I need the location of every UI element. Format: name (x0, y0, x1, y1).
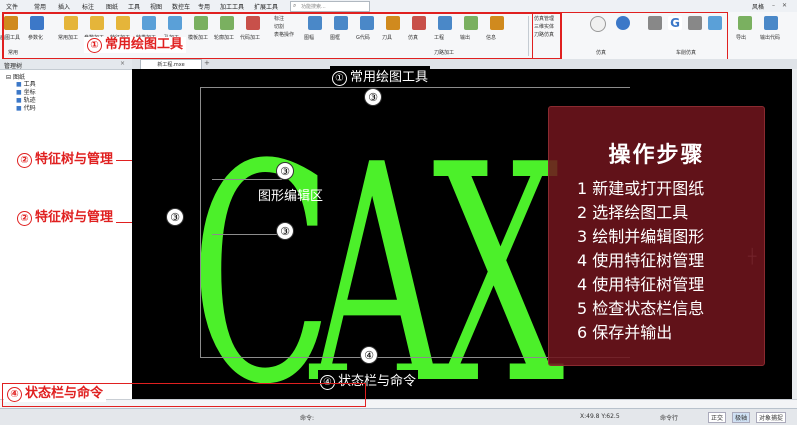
coordinates-readout: X:49.8 Y:62.5 (580, 413, 620, 420)
dimension-line-left (200, 87, 201, 357)
tree-root-label: 图纸 (12, 74, 25, 81)
callout-number: ① (87, 38, 102, 53)
step-item: 5 检查状态栏信息 (577, 299, 705, 318)
menu-common[interactable]: 常用 (34, 2, 46, 11)
snap-toggle[interactable]: 对象捕捉 (756, 412, 787, 423)
menu-machining[interactable]: 加工工具 (220, 2, 244, 11)
menu-tools[interactable]: 工具 (128, 2, 140, 11)
function-search[interactable]: ⌕ 功能搜索... (290, 1, 370, 12)
dimension-marker: ④ (360, 346, 378, 364)
menu-special[interactable]: 专用 (198, 2, 210, 11)
style-menu[interactable]: 风格 (752, 2, 764, 11)
dimension-line-top (200, 87, 630, 88)
menu-drawing[interactable]: 图纸 (106, 2, 118, 11)
tree-title: 管理树 (4, 63, 23, 70)
ribbon-label: 输出代码 (760, 35, 781, 41)
steps-panel: 操作步骤 1 新建或打开图纸 2 选择绘图工具 3 绘制并编辑图形 4 使用特征… (548, 106, 765, 366)
step-item: 4 使用特征树管理 (577, 251, 705, 270)
step-item: 3 绘制并编辑图形 (577, 227, 705, 246)
step-item: 4 使用特征树管理 (577, 275, 705, 294)
callout-text: 常用绘图工具 (105, 37, 184, 52)
search-placeholder: 功能搜索... (301, 4, 326, 10)
status-bar: 命令: X:49.8 Y:62.5 命令行 正交 极轴 对象捕捉 (0, 408, 797, 425)
tree-item[interactable]: ■ 代码 (16, 105, 36, 113)
tab-label: 新工程.mxe (157, 62, 185, 68)
add-tab-icon[interactable]: + (204, 59, 210, 67)
callout-number: ① (332, 71, 347, 86)
step-item: 1 新建或打开图纸 (577, 179, 705, 198)
dimension-marker: ③ (166, 208, 184, 226)
edit-area-label: 图形编辑区 (258, 189, 324, 204)
ribbon-highlight-right (532, 12, 728, 62)
minimize-icon[interactable]: – (772, 2, 775, 9)
menu-file[interactable]: 文件 (6, 2, 18, 11)
tree-item[interactable]: ■ 坐标 (16, 89, 36, 97)
menu-extensions[interactable]: 扩展工具 (254, 2, 278, 11)
tree-item-label: 坐标 (23, 89, 36, 96)
dimension-marker: ③ (364, 88, 382, 106)
callout-statusbar: ④ 状态栏与命令 (4, 386, 107, 402)
dimension-marker: ③ (276, 222, 294, 240)
menu-lathe[interactable]: 数控车 (172, 2, 190, 11)
callout-number: ④ (7, 387, 22, 402)
callout-text: 常用绘图工具 (350, 70, 429, 85)
export-icon[interactable] (738, 16, 752, 30)
feature-tree-panel: 管理树 × ⊟ 图纸 ■ 工具 ■ 坐标 ■ 轨迹 ■ 代码 (0, 59, 133, 399)
menu-view[interactable]: 视图 (150, 2, 162, 11)
output-code-icon[interactable] (764, 16, 778, 30)
step-item: 2 选择绘图工具 (577, 203, 689, 222)
ribbon-label: 导出 (736, 35, 747, 41)
callout-text: 特征树与管理 (35, 210, 114, 225)
close-icon[interactable]: × (120, 60, 125, 67)
tree-root[interactable]: ⊟ 图纸 (6, 72, 25, 81)
tree-item[interactable]: ■ 轨迹 (16, 97, 36, 105)
tree-item-label: 轨迹 (23, 97, 36, 104)
callout-text: 状态栏与命令 (25, 386, 104, 401)
callout-ribbon: ① 常用绘图工具 (84, 37, 187, 53)
node-icon: ■ (16, 97, 22, 104)
document-tab-bar: 新工程.mxe + (132, 59, 797, 70)
node-icon: ■ (16, 105, 22, 112)
callout-number: ② (17, 153, 32, 168)
callout-tree-1: ② 特征树与管理 (14, 152, 117, 168)
tree-item[interactable]: ■ 工具 (16, 81, 36, 89)
close-icon[interactable]: ✕ (782, 2, 787, 9)
tree-header: 管理树 × (0, 59, 132, 70)
callout-tree-2: ② 特征树与管理 (14, 210, 117, 226)
tree-item-label: 代码 (23, 105, 36, 112)
node-icon: ■ (16, 81, 22, 88)
search-icon: ⌕ (293, 2, 297, 9)
callout-text: 特征树与管理 (35, 152, 114, 167)
dimension-line (212, 179, 282, 180)
steps-title: 操作步骤 (608, 143, 705, 168)
tree-children: ■ 工具 ■ 坐标 ■ 轨迹 ■ 代码 (16, 81, 36, 113)
expand-icon[interactable]: ⊟ (6, 74, 11, 81)
menu-dimension[interactable]: 标注 (82, 2, 94, 11)
node-icon: ■ (16, 89, 22, 96)
polar-toggle[interactable]: 极轴 (732, 412, 751, 423)
dimension-marker: ③ (276, 162, 294, 180)
tree-item-label: 工具 (23, 81, 36, 88)
command-prompt: 命令: (300, 415, 315, 422)
ortho-toggle[interactable]: 正交 (708, 412, 727, 423)
status-mode: 命令行 (660, 415, 679, 422)
step-item: 6 保存并输出 (577, 323, 673, 342)
menu-insert[interactable]: 插入 (58, 2, 70, 11)
callout-canvas-top: ① 常用绘图工具 (330, 66, 431, 86)
callout-number: ② (17, 211, 32, 226)
